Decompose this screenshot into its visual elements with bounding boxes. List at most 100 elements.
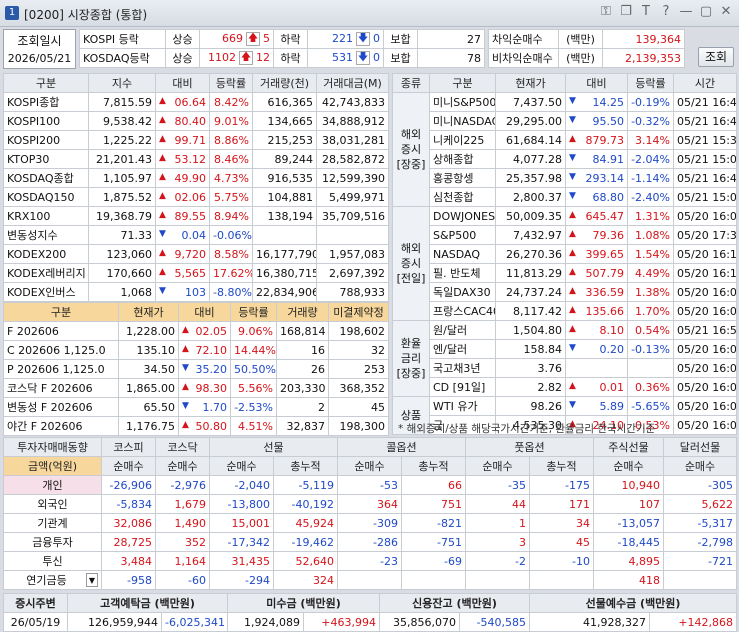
column-header: 거래량(천) [252, 73, 317, 93]
futures-price: 34.50 [118, 359, 179, 379]
global-market-row[interactable]: 니케이22561,684.14▲ 879.733.14%05/21 15:30 [393, 130, 737, 150]
global-market-row[interactable]: 환율 금리 [장중] 원/달러 1,504.80 ▲ 8.10 0.54% 05/21 16… [392, 320, 737, 397]
investor-row[interactable]: 연기금등 ▼ -958 -60 -294 324 418 [3, 570, 737, 590]
index-row[interactable]: 변동성지수 71.33 ▼ 0.04 -0.06% [3, 225, 389, 245]
futures-row[interactable]: 변동성 F 202606 65.50 ▼ 1.70 -2.53% 2 45 [3, 397, 389, 417]
futures-row[interactable]: C 202606 1,125.0 135.10 ▲ 72.10 14.44% 16 32 [3, 340, 389, 360]
query-date[interactable]: 2026/05/21 [4, 52, 75, 65]
link-icon[interactable]: ⚿ [599, 4, 613, 19]
futures-name[interactable]: 야간 F 202606 [3, 416, 119, 436]
index-row[interactable]: KOSPI종합 7,815.59 ▲ 06.64 8.42% 616,365 42,743,… [3, 92, 389, 112]
market-name[interactable]: 심천종합 [429, 187, 496, 207]
copy-icon[interactable]: ❐ [619, 4, 633, 19]
global-market-row[interactable]: 홍콩항셍25,357.98▼ 293.14-1.14%05/21 16:49 [393, 168, 737, 188]
global-market-row[interactable]: NASDAQ26,270.36▲ 399.651.54%05/20 16:15 [393, 244, 737, 264]
investor-row[interactable]: 기관계 32,086 1,490 15,001 45,924 -309 -821 1 34 -13… [3, 513, 737, 533]
investor-row[interactable]: 투신 3,484 1,164 31,435 52,640 -23 -69 -2 -10 4,895… [3, 551, 737, 571]
query-button[interactable]: 조회 [698, 47, 734, 67]
futures-row[interactable]: 코스닥 F 202606 1,865.00 ▲ 98.30 5.56% 203,330 36… [3, 378, 389, 398]
index-name[interactable]: KOSPI종합 [3, 92, 89, 112]
investor-type[interactable]: 기관계 [3, 513, 102, 533]
global-market-row[interactable]: 미니NASDAQ29,295.00▼ 95.50-0.32%05/21 16:49 [393, 111, 737, 131]
index-name[interactable]: KRX100 [3, 206, 89, 226]
restore-icon[interactable]: ▢ [699, 4, 713, 19]
index-row[interactable]: KODEX인버스 1,068 ▼ 103 -8.80% 22,834,906 788,933 [3, 282, 389, 302]
investor-row[interactable]: 외국인 -5,834 1,679 -13,800 -40,192 364 751 44 171 1… [3, 494, 737, 514]
futures-name[interactable]: C 202606 1,125.0 [3, 340, 119, 360]
index-name[interactable]: 변동성지수 [3, 225, 89, 245]
index-name[interactable]: KOSDAQ종합 [3, 168, 89, 188]
futures-name[interactable]: 변동성 F 202606 [3, 397, 119, 417]
dropdown-icon[interactable]: ▼ [86, 573, 98, 587]
market-name[interactable]: 프랑스CAC40 [429, 301, 496, 321]
global-market-row[interactable]: 심천종합2,800.37▼ 68.80-2.40%05/21 15:00 [393, 187, 737, 207]
index-row[interactable]: KODEX200 123,060 ▲ 9,720 8.58% 16,177,790 1,95… [3, 244, 389, 264]
index-rate: 8.58% [209, 244, 253, 264]
investor-type[interactable]: 개인 [3, 475, 102, 495]
investor-type[interactable]: 금융투자 [3, 532, 102, 552]
market-name[interactable]: 국고채3년 [429, 358, 496, 378]
global-market-row[interactable]: 독일DAX3024,737.24▲ 336.591.38%05/20 16:00 [393, 282, 737, 302]
investor-row[interactable]: 개인 -26,906 -2,976 -2,040 -5,119 -53 66 -35 -175 1… [3, 475, 737, 495]
market-name[interactable]: 니케이225 [429, 130, 496, 150]
market-price: 61,684.14 [495, 130, 566, 150]
close-icon[interactable]: ✕ [719, 4, 733, 19]
market-name[interactable]: WTI 유가 [429, 396, 496, 416]
futures-name[interactable]: F 202606 [3, 321, 119, 341]
index-row[interactable]: KRX100 19,368.79 ▲ 89.55 8.94% 138,194 35,709,… [3, 206, 389, 226]
futures-name[interactable]: P 202606 1,125.0 [3, 359, 119, 379]
index-row[interactable]: KOSDAQ150 1,875.52 ▲ 02.06 5.75% 104,881 5,499… [3, 187, 389, 207]
global-market-row[interactable]: S&P5007,432.97▲ 79.361.08%05/20 17:33 [393, 225, 737, 245]
futures-row[interactable]: 야간 F 202606 1,176.75 ▲ 50.80 4.51% 32,837 198,… [3, 416, 389, 436]
change-value: 293.14 [585, 171, 625, 185]
market-name[interactable]: S&P500 [429, 225, 496, 245]
market-name[interactable]: 엔/달러 [429, 339, 496, 359]
market-name[interactable]: NASDAQ [429, 244, 496, 264]
global-market-row[interactable]: 상해종합4,077.28▼ 84.91-2.04%05/21 15:00 [393, 149, 737, 169]
global-market-row[interactable]: 엔/달러158.84▼ 0.20-0.13%05/20 16:00 [393, 339, 737, 359]
market-name[interactable]: 원/달러 [429, 320, 496, 340]
global-market-row[interactable]: 해외 증시 [장중] 미니S&P500 7,437.50 ▼ 14.25 -0.19% 05… [392, 92, 737, 207]
index-name[interactable]: KODEX200 [3, 244, 89, 264]
market-name[interactable]: 미니S&P500 [429, 92, 496, 112]
investor-type[interactable]: 외국인 [3, 494, 102, 514]
index-name[interactable]: KOSPI100 [3, 111, 89, 131]
index-row[interactable]: KOSPI100 9,538.42 ▲ 80.40 9.01% 134,665 34,888… [3, 111, 389, 131]
index-row[interactable]: KOSDAQ종합 1,105.97 ▲ 49.90 4.73% 916,535 12,599… [3, 168, 389, 188]
minimize-icon[interactable]: — [679, 4, 693, 19]
market-name[interactable]: CD [91일] [429, 377, 496, 397]
futures-change: ▼ 1.70 [178, 397, 231, 417]
index-name[interactable]: KOSPI200 [3, 130, 89, 150]
market-name[interactable]: DOWJONES [429, 206, 496, 226]
index-name[interactable]: KODEX레버리지 [3, 263, 89, 283]
global-market-row[interactable]: 해외 증시 [전일] DOWJONES 50,009.35 ▲ 645.47 1.31% 0… [392, 206, 737, 321]
index-name[interactable]: KTOP30 [3, 149, 89, 169]
global-market-row[interactable]: 프랑스CAC408,117.42▲ 135.661.70%05/20 16:00 [393, 301, 737, 321]
index-row[interactable]: KTOP30 21,201.43 ▲ 53.12 8.46% 89,244 28,582,8… [3, 149, 389, 169]
market-date: 05/20 [677, 361, 709, 375]
investor-row[interactable]: 금융투자 28,725 352 -17,342 -19,462 -286 -751 3 45 -1… [3, 532, 737, 552]
futures-name[interactable]: 코스닥 F 202606 [3, 378, 119, 398]
futures-row[interactable]: F 202606 1,228.00 ▲ 02.05 9.06% 168,814 198,60… [3, 321, 389, 341]
market-name[interactable]: 상해종합 [429, 149, 496, 169]
market-name[interactable]: 홍콩항셍 [429, 168, 496, 188]
investor-value: 364 [337, 494, 402, 514]
index-name[interactable]: KOSDAQ150 [3, 187, 89, 207]
market-time: 05/20 16:15 [673, 263, 737, 283]
global-market-row[interactable]: CD [91일]2.82▲ 0.010.36%05/20 16:00 [393, 377, 737, 397]
global-market-row[interactable]: 상품WTI 유가98.26▼5.89-5.65%05/20 16:00 [392, 396, 737, 435]
market-name[interactable]: 독일DAX30 [429, 282, 496, 302]
futures-row[interactable]: P 202606 1,125.0 34.50 ▼ 35.20 50.50% 26 253 [3, 359, 389, 379]
market-name[interactable]: 미니NASDAQ [429, 111, 496, 131]
text-icon[interactable]: T [639, 4, 653, 19]
index-row[interactable]: KOSPI200 1,225.22 ▲ 99.71 8.86% 215,253 38,031… [3, 130, 389, 150]
investor-type[interactable]: 연기금등 ▼ [3, 570, 102, 590]
global-market-row[interactable]: 필. 반도체11,813.29▲ 507.794.49%05/20 16:15 [393, 263, 737, 283]
index-name[interactable]: KODEX인버스 [3, 282, 89, 302]
market-name[interactable]: 필. 반도체 [429, 263, 496, 283]
index-row[interactable]: KODEX레버리지 170,660 ▲ 5,565 17.62% 16,380,715 2,… [3, 263, 389, 283]
query-label: 조회일시 [17, 34, 62, 48]
help-icon[interactable]: ? [659, 4, 673, 19]
global-market-row[interactable]: 국고채3년3.76 05/20 16:00 [393, 358, 737, 378]
investor-type[interactable]: 투신 [3, 551, 102, 571]
